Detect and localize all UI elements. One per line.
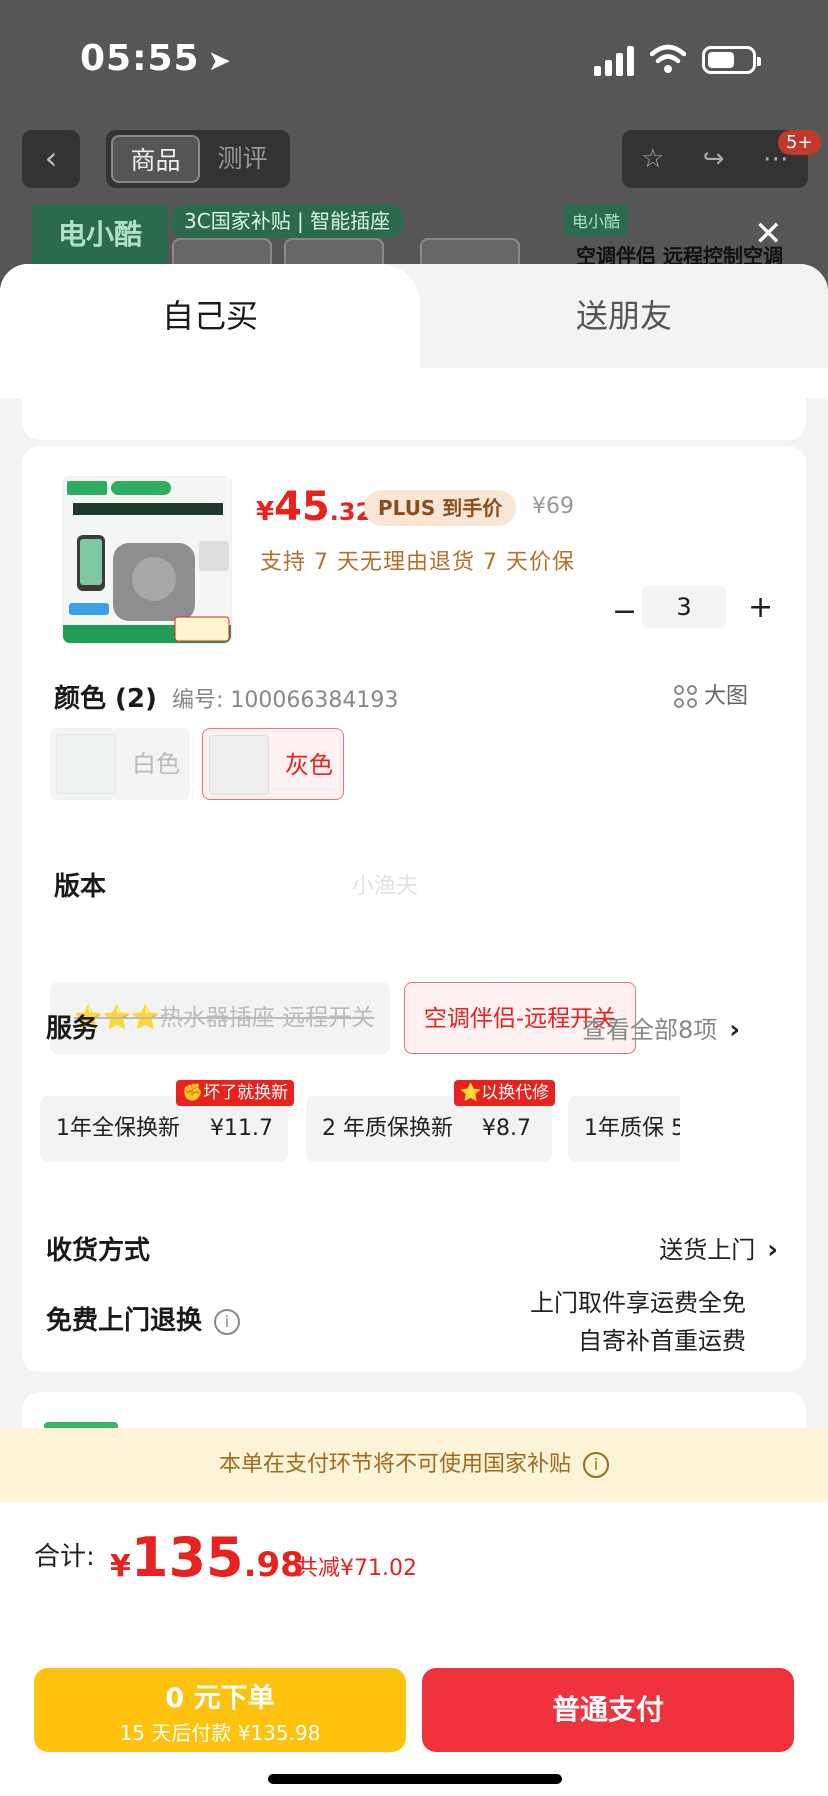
color-option-white[interactable]: 白色 bbox=[50, 728, 190, 800]
quantity-plus-button[interactable]: + bbox=[748, 590, 773, 625]
chevron-right-icon: › bbox=[767, 1235, 778, 1265]
battery-icon bbox=[702, 46, 761, 74]
original-price: ¥69 bbox=[532, 494, 574, 519]
sku-code: 编号: 100066384193 bbox=[172, 688, 399, 713]
color-option-gray[interactable]: 灰色 bbox=[202, 728, 344, 800]
tab-underlay bbox=[0, 368, 828, 398]
total-label: 合计: bbox=[34, 1542, 95, 1572]
back-button[interactable]: ‹ bbox=[22, 130, 80, 188]
status-time: 05:55 ➤ bbox=[80, 38, 233, 79]
total-price: ¥135.98 bbox=[110, 1526, 304, 1589]
info-icon[interactable]: i bbox=[583, 1452, 609, 1478]
tab-buy-self[interactable]: 自己买 bbox=[0, 264, 420, 368]
service-badge: ✊坏了就换新 bbox=[176, 1080, 295, 1106]
subsidy-tag: 3C国家补贴 | 智能插座 bbox=[170, 204, 405, 238]
close-icon[interactable]: ✕ bbox=[754, 214, 783, 254]
info-icon[interactable]: i bbox=[214, 1308, 241, 1335]
delivery-method[interactable]: 送货上门 › bbox=[659, 1230, 778, 1265]
segment-product[interactable]: 商品 bbox=[111, 135, 200, 183]
color-option-thumbnail bbox=[209, 735, 269, 795]
watermark-text: 小渔夫 bbox=[352, 874, 419, 899]
service-view-all[interactable]: 查看全部8项 › bbox=[582, 1010, 740, 1045]
pay-later-button[interactable]: 0 元下单 15 天后付款 ¥135.98 bbox=[34, 1668, 406, 1752]
quantity-input[interactable]: 3 bbox=[642, 586, 726, 628]
version-option-heater[interactable]: ⭐⭐⭐热水器插座 远程开关 bbox=[50, 982, 390, 1054]
cellular-signal-icon bbox=[594, 46, 636, 76]
free-return-details: 上门取件享运费全免 自寄补首重运费 bbox=[530, 1289, 746, 1355]
support-text: 支持 7 天无理由退货 7 天价保 bbox=[260, 550, 575, 575]
color-title: 颜色 (2) bbox=[54, 684, 157, 714]
service-option[interactable]: 1年质保 5 bbox=[568, 1096, 680, 1162]
message-badge: 5+ bbox=[778, 130, 821, 155]
color-option-thumbnail bbox=[56, 734, 116, 794]
service-title: 服务 bbox=[46, 1014, 99, 1044]
favorite-star-icon[interactable]: ☆ bbox=[641, 144, 664, 174]
home-indicator bbox=[268, 1774, 562, 1784]
chevron-right-icon: › bbox=[729, 1015, 740, 1045]
plus-price-tag: PLUS 到手价 bbox=[364, 490, 517, 526]
location-arrow-icon: ➤ bbox=[207, 44, 233, 77]
quantity-minus-button[interactable]: − bbox=[612, 594, 637, 629]
segment-review[interactable]: 测评 bbox=[200, 135, 285, 183]
discount-amount: 共减¥71.02 bbox=[296, 1556, 417, 1581]
sku-card: ¥45.32 PLUS 到手价 ¥69 支持 7 天无理由退货 7 天价保 − … bbox=[22, 446, 806, 1372]
checkout-bar: 合计: ¥135.98 共减¥71.02 0 元下单 15 天后付款 ¥135.… bbox=[0, 1502, 828, 1796]
delivery-title: 收货方式 bbox=[46, 1236, 151, 1266]
status-bar: 05:55 ➤ bbox=[0, 0, 828, 120]
brand-logo-small: 电小酷 bbox=[564, 204, 629, 236]
product-thumbnail[interactable] bbox=[62, 476, 232, 644]
purchase-tabs: 送朋友 自己买 bbox=[0, 264, 828, 368]
wifi-icon bbox=[650, 44, 686, 73]
grid-icon bbox=[674, 685, 698, 709]
service-badge: ⭐以换代修 bbox=[454, 1080, 556, 1106]
version-title: 版本 bbox=[54, 872, 107, 902]
normal-pay-button[interactable]: 普通支付 bbox=[422, 1668, 794, 1752]
big-image-button[interactable]: 大图 bbox=[674, 678, 748, 710]
purchase-sheet: 送朋友 自己买 ¥45.32 PLUS 到手价 ¥69 支持 7 天无理由退货 … bbox=[0, 264, 828, 1796]
brand-logo: 电小酷 bbox=[32, 204, 168, 266]
tab-gift[interactable]: 送朋友 bbox=[420, 264, 828, 368]
unit-price: ¥45.32 bbox=[256, 484, 373, 530]
subsidy-notice: 本单在支付环节将不可使用国家补贴 i bbox=[0, 1428, 828, 1502]
share-icon[interactable]: ↪ bbox=[703, 144, 725, 174]
address-card bbox=[22, 398, 806, 440]
free-return-title: 免费上门退换 i bbox=[46, 1300, 241, 1337]
segment-control: 商品 测评 bbox=[106, 130, 290, 188]
